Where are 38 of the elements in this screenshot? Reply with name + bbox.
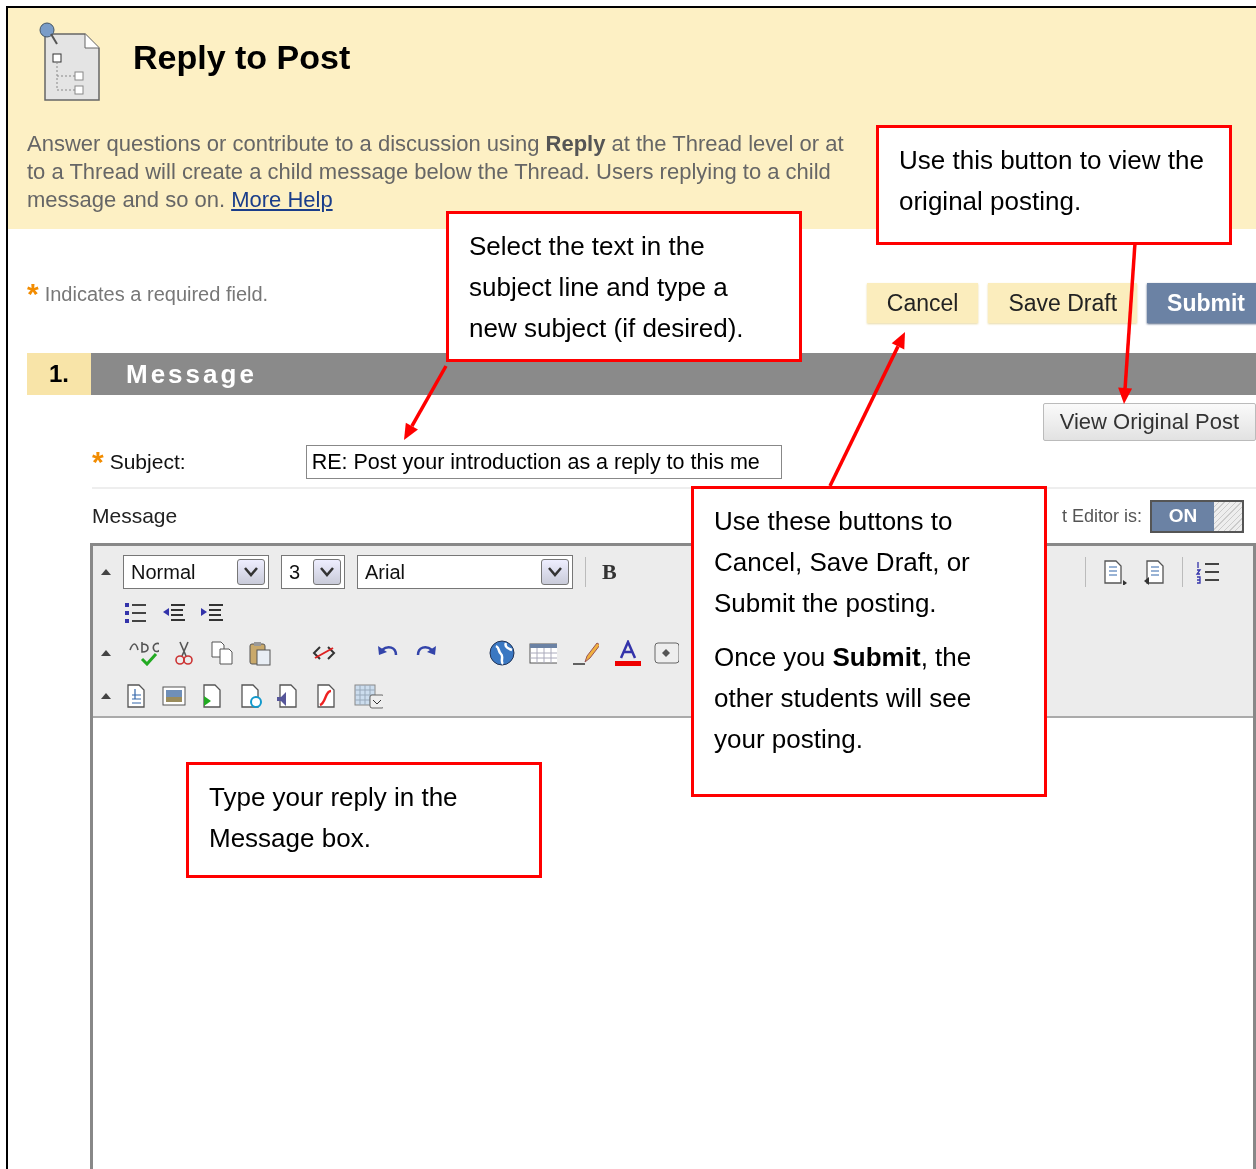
- checkered-menu-icon[interactable]: [351, 682, 383, 709]
- more-help-link[interactable]: More Help: [231, 186, 333, 214]
- chevron-down-icon[interactable]: [320, 567, 334, 578]
- section-number: 1.: [27, 353, 91, 395]
- message-label: Message: [92, 504, 178, 528]
- font-size-select[interactable]: 3: [281, 555, 345, 590]
- collapse-arrow-icon[interactable]: [101, 691, 111, 700]
- action-button[interactable]: Save Draft: [988, 283, 1138, 323]
- description-text: message and so on.: [27, 186, 226, 214]
- copy-icon[interactable]: [209, 639, 235, 666]
- callout-text: Once you Submit, the other students will see your posting.: [714, 641, 973, 756]
- description-text: Answer questions or contribute to a discussion using Reply at the Thread level or at: [27, 130, 844, 158]
- collapse-arrow-icon[interactable]: [101, 568, 111, 577]
- callout-text: Select the text in the subject line and type a new subject (if desired).: [469, 230, 745, 345]
- callout-text: Type your reply in the Message box.: [209, 781, 459, 855]
- font-family-select[interactable]: Arial: [357, 555, 573, 590]
- required-note: Indicates a required field.: [44, 283, 269, 306]
- action-button[interactable]: Cancel: [866, 283, 979, 323]
- numbered-list-icon[interactable]: [1195, 559, 1221, 586]
- chevron-down-icon[interactable]: [548, 567, 562, 578]
- chevron-down-icon[interactable]: [244, 567, 258, 578]
- required-asterisk: *: [27, 283, 39, 305]
- editor-toggle-label: t Editor is:: [1061, 505, 1142, 527]
- paste-icon[interactable]: [247, 639, 273, 666]
- editor-toggle[interactable]: ON: [1150, 499, 1244, 533]
- subject-label: Subject:: [109, 450, 187, 474]
- subject-field[interactable]: RE: Post your introduction as a reply to this me: [305, 445, 782, 479]
- paragraph-style-select[interactable]: Normal: [123, 555, 269, 590]
- submit-button[interactable]: Submit: [1147, 283, 1256, 323]
- collapse-arrow-icon[interactable]: [101, 648, 111, 657]
- view-original-post-button[interactable]: View Original Post: [1042, 403, 1256, 441]
- required-asterisk: *: [92, 451, 104, 473]
- bold-button[interactable]: B: [598, 559, 621, 586]
- callout-text: Use this button to view the original posting.: [899, 144, 1205, 218]
- plugin-icon[interactable]: [653, 639, 679, 666]
- page-title: Reply to Post: [133, 38, 351, 77]
- section-title: Message: [125, 357, 257, 391]
- description-text: to a Thread will create a child message below the Thread. Users replying to a child: [27, 158, 831, 186]
